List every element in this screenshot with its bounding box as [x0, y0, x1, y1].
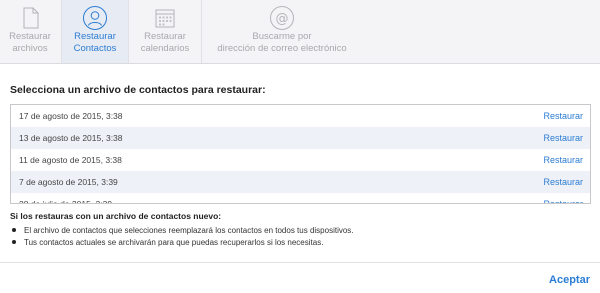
tab-restore-calendars[interactable]: Restaurar calendarios — [129, 0, 201, 63]
info-bullet-text: Tus contactos actuales se archivarán par… — [24, 238, 324, 247]
at-sign-icon: @ — [269, 5, 295, 31]
list-item[interactable]: 11 de agosto de 2015, 3:38 Restaurar — [11, 149, 590, 171]
bullet-dot-icon — [12, 240, 16, 245]
info-bullet: El archivo de contactos que selecciones … — [10, 225, 354, 236]
tab-restore-files[interactable]: Restaurar archivos — [0, 0, 60, 63]
contact-archive-list[interactable]: 17 de agosto de 2015, 3:38 Restaurar 13 … — [10, 104, 591, 204]
info-title: Si los restauras con un archivo de conta… — [10, 211, 222, 221]
list-item[interactable]: 13 de agosto de 2015, 3:38 Restaurar — [11, 127, 590, 149]
archive-date: 7 de agosto de 2015, 3:39 — [19, 177, 118, 187]
tab-label-line1: Restaurar — [74, 31, 116, 42]
footer-divider — [0, 262, 600, 263]
archive-date: 13 de agosto de 2015, 3:38 — [19, 133, 123, 143]
svg-text:@: @ — [276, 12, 289, 27]
accept-button[interactable]: Aceptar — [549, 274, 590, 286]
page-title: Selecciona un archivo de contactos para … — [10, 84, 266, 96]
restore-link[interactable]: Restaurar — [543, 193, 583, 203]
list-item[interactable]: 7 de agosto de 2015, 3:39 Restaurar — [11, 171, 590, 193]
archive-date: 17 de agosto de 2015, 3:38 — [19, 111, 123, 121]
tab-label-line2: calendarios — [140, 43, 190, 54]
toolbar: Restaurar archivos Restaurar Contactos R… — [0, 0, 600, 64]
info-bullet: Tus contactos actuales se archivarán par… — [10, 237, 323, 248]
tab-label-line2: archivos — [12, 43, 48, 54]
archive-date: 11 de agosto de 2015, 3:38 — [19, 155, 122, 165]
tab-find-by-email[interactable]: @ Buscarme por dirección de correo electr… — [202, 0, 362, 63]
restore-link[interactable]: Restaurar — [543, 171, 583, 193]
calendar-icon — [152, 5, 178, 31]
tab-label-line1: Restaurar — [9, 31, 51, 42]
tab-label-line2: Contactos — [73, 43, 117, 54]
contacts-icon — [82, 5, 108, 31]
info-bullet-text: El archivo de contactos que selecciones … — [24, 226, 354, 235]
restore-link[interactable]: Restaurar — [543, 127, 583, 149]
list-item[interactable]: 17 de agosto de 2015, 3:38 Restaurar — [11, 105, 590, 127]
tab-label-line2: dirección de correo electrónico — [217, 43, 347, 54]
document-icon — [17, 5, 43, 31]
tab-label-line1: Buscarme por — [252, 31, 312, 42]
bullet-dot-icon — [12, 228, 16, 233]
tab-restore-contacts[interactable]: Restaurar Contactos — [62, 0, 128, 63]
tab-label-line1: Restaurar — [144, 31, 186, 42]
list-item[interactable]: 28 de julio de 2015, 3:39 Restaurar — [11, 193, 590, 204]
restore-link[interactable]: Restaurar — [543, 105, 583, 127]
archive-date: 28 de julio de 2015, 3:39 — [19, 199, 113, 204]
restore-link[interactable]: Restaurar — [543, 149, 583, 171]
